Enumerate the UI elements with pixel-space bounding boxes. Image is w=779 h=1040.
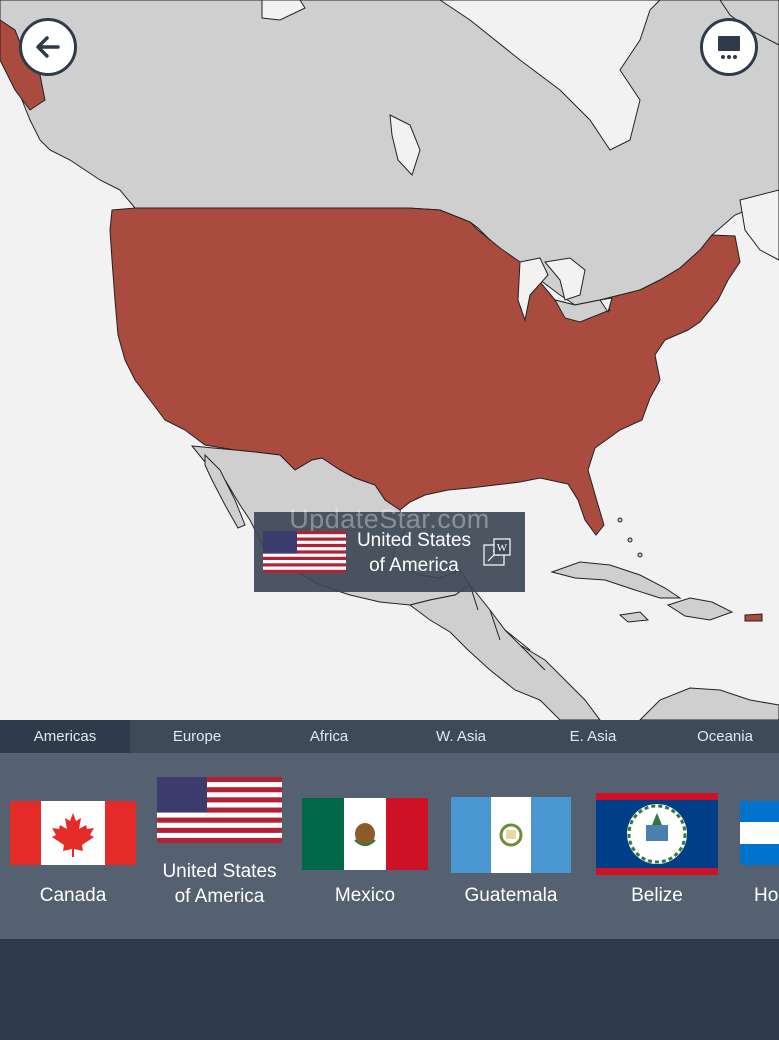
country-label: Canada [39,885,107,906]
bottom-panel [0,939,779,1040]
belize-flag-icon [596,793,718,875]
usa-flag-icon [263,531,346,573]
country-label: Mexico [334,885,396,906]
guatemala-flag-icon [451,797,571,873]
tab-europe[interactable]: Europe [132,720,262,753]
tooltip-name-line1: United States [356,530,472,551]
tab-africa[interactable]: Africa [264,720,394,753]
country-label: Guatemala [464,885,558,906]
country-label-line1: United States [162,861,277,882]
wikipedia-link-icon[interactable]: W [482,537,514,567]
country-strip[interactable]: Canada United States of America Mexico G… [0,753,779,939]
country-card-usa[interactable]: United States of America [157,753,282,939]
screen-menu-icon [718,36,740,59]
region-tabs: Americas Europe Africa W. Asia E. Asia O… [0,720,779,753]
screen-menu-button[interactable] [700,18,758,76]
mexico-flag-icon [302,798,428,870]
country-label: Ho [754,885,779,906]
tooltip-name-line2: of America [369,555,459,576]
tab-w-asia[interactable]: W. Asia [396,720,526,753]
back-button[interactable] [19,18,77,76]
tab-oceania[interactable]: Oceania [660,720,779,753]
tooltip-country-name: United States of America [349,528,479,578]
honduras-flag-icon [740,801,779,865]
country-card-guatemala[interactable]: Guatemala [451,753,571,939]
usa-flag-icon [157,777,282,843]
canada-flag-icon [10,801,136,865]
svg-text:W: W [497,542,508,554]
country-label-line2: of America [174,886,265,907]
country-tooltip[interactable]: UpdateStar.com United States of America … [254,504,525,592]
country-card-mexico[interactable]: Mexico [302,753,428,939]
country-label: Belize [631,885,683,906]
arrow-left-icon [36,36,60,58]
country-card-honduras[interactable]: Ho [740,753,779,939]
country-label: United States of America [157,859,282,909]
tab-e-asia[interactable]: E. Asia [528,720,658,753]
tab-americas[interactable]: Americas [0,720,130,753]
world-map[interactable] [0,0,779,720]
country-card-canada[interactable]: Canada [10,753,136,939]
country-card-belize[interactable]: Belize [596,753,718,939]
